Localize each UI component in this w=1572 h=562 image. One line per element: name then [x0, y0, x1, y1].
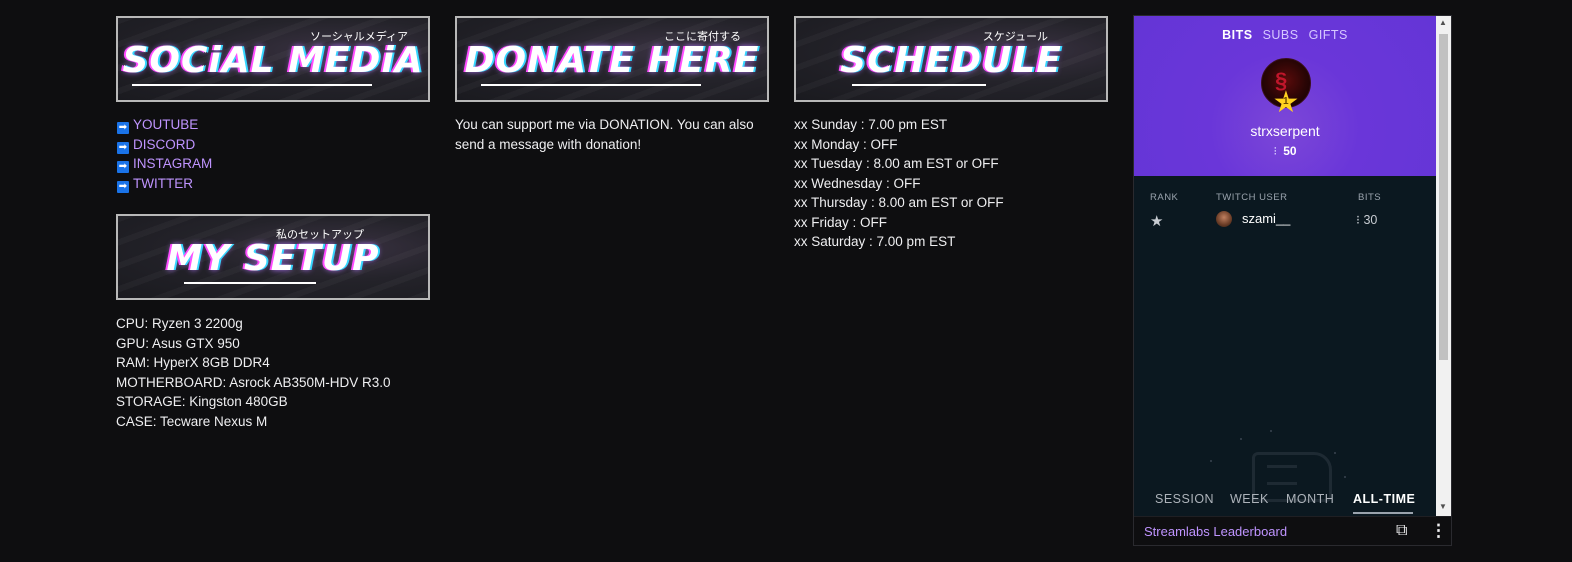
sparkle-dot	[1240, 438, 1242, 440]
banner-title: SOCiAL MEDiA	[122, 40, 424, 81]
social-link-instagram[interactable]: ➡ INSTAGRAM	[117, 154, 212, 174]
streamlabs-leaderboard-extension: BITS SUBS GIFTS § ★ 1 strxserpent ⁝ 50 RA…	[1133, 15, 1452, 546]
spec-motherboard: MOTHERBOARD: Asrock AB350M-HDV R3.0	[116, 374, 391, 390]
social-link-twitter[interactable]: ➡ TWITTER	[117, 174, 212, 194]
sparkle-dot	[1344, 476, 1346, 478]
column-header-rank: RANK	[1150, 192, 1179, 203]
top-user-name: strxserpent	[1250, 123, 1320, 139]
tab-session[interactable]: SESSION	[1155, 492, 1214, 506]
arrow-right-icon: ➡	[117, 180, 129, 193]
bits-icon: ⁝	[1273, 144, 1278, 158]
scrollbar-thumb[interactable]	[1439, 34, 1448, 360]
leaderboard-tabs: BITS SUBS GIFTS	[1134, 28, 1436, 42]
social-media-banner: ソーシャルメディア SOCiAL MEDiA	[116, 16, 430, 102]
tab-bits[interactable]: BITS	[1222, 28, 1252, 42]
banner-title: DONATE HERE	[464, 40, 760, 81]
arrow-right-icon: ➡	[117, 161, 129, 173]
social-link-discord[interactable]: ➡ DISCORD	[117, 135, 212, 155]
donate-banner[interactable]: ここに寄付する DONATE HERE	[455, 16, 769, 102]
schedule-wednesday: xx Wednesday : OFF	[794, 175, 921, 191]
twitter-link[interactable]: TWITTER	[133, 176, 193, 191]
rank-badge-number: 1	[1283, 96, 1289, 107]
row-username: szami__	[1242, 211, 1291, 226]
sparkle-dot	[1210, 460, 1212, 462]
schedule-thursday: xx Thursday : 8.00 am EST or OFF	[794, 195, 1004, 210]
scrollbar[interactable]: ▲ ▼	[1436, 16, 1451, 516]
spec-storage: STORAGE: Kingston 480GB	[116, 394, 288, 409]
spec-gpu: GPU: Asus GTX 950	[116, 335, 240, 351]
popout-icon[interactable]: ⧉	[1396, 522, 1407, 540]
sparkle-dot	[1270, 430, 1272, 432]
spec-case: CASE: Tecware Nexus M	[116, 413, 268, 429]
arrow-right-icon: ➡	[117, 122, 129, 134]
user-avatar	[1216, 211, 1232, 227]
schedule-banner: スケジュール SCHEDULE	[794, 16, 1108, 102]
donate-text-line: send a message with donation!	[455, 136, 642, 152]
rank-star-icon: ★	[1150, 213, 1164, 230]
banner-title: SCHEDULE	[840, 40, 1062, 81]
spec-cpu: CPU: Ryzen 3 2200g	[116, 316, 243, 331]
banner-underline	[481, 84, 701, 86]
more-options-icon[interactable]: ⋮	[1430, 521, 1447, 541]
row-bits: ⁝ 30	[1356, 212, 1377, 227]
donate-description: You can support me via DONATION. You can…	[455, 115, 754, 154]
schedule-tuesday: xx Tuesday : 8.00 am EST or OFF	[794, 156, 999, 171]
my-setup-banner: 私のセットアップ MY SETUP	[116, 214, 430, 300]
donate-text-line: You can support me via DONATION. You can…	[455, 117, 754, 132]
arrow-right-icon: ➡	[117, 141, 129, 154]
column-header-user: TWITCH USER	[1216, 192, 1288, 203]
schedule-friday: xx Friday : OFF	[794, 214, 888, 230]
tab-month[interactable]: MONTH	[1286, 492, 1334, 506]
row-bits-value: 30	[1363, 213, 1378, 227]
tab-week[interactable]: WEEK	[1230, 492, 1269, 506]
youtube-link[interactable]: YOUTUBE	[133, 117, 198, 132]
schedule-saturday: xx Saturday : 7.00 pm EST	[794, 234, 956, 249]
schedule-sunday: xx Sunday : 7.00 pm EST	[794, 117, 948, 132]
tab-all-time[interactable]: ALL-TIME	[1353, 492, 1415, 506]
social-links-list: ➡ YOUTUBE ➡ DISCORD ➡ INSTAGRAM ➡ TWITTER	[117, 115, 212, 193]
tab-subs[interactable]: SUBS	[1263, 28, 1299, 42]
spec-ram: RAM: HyperX 8GB DDR4	[116, 355, 270, 370]
extension-footer: Streamlabs Leaderboard ⧉ ⋮	[1134, 516, 1451, 545]
tab-gifts[interactable]: GIFTS	[1309, 28, 1348, 42]
top-user-score-value: 50	[1283, 144, 1297, 158]
schedule-monday: xx Monday : OFF	[794, 136, 898, 152]
column-header-bits: BITS	[1358, 192, 1382, 203]
top-user-score: ⁝ 50	[1134, 144, 1436, 158]
leaderboard-header: BITS SUBS GIFTS § ★ 1 strxserpent ⁝ 50	[1134, 16, 1436, 176]
scroll-down-icon[interactable]: ▼	[1439, 502, 1447, 511]
extension-title: Streamlabs Leaderboard	[1144, 524, 1288, 539]
banner-title: MY SETUP	[166, 238, 380, 279]
schedule-list: xx Sunday : 7.00 pm EST xx Monday : OFF …	[794, 115, 1004, 252]
social-link-youtube[interactable]: ➡ YOUTUBE	[117, 115, 212, 135]
setup-specs: CPU: Ryzen 3 2200g GPU: Asus GTX 950 RAM…	[116, 314, 391, 431]
banner-underline	[184, 282, 316, 284]
discord-link[interactable]: DISCORD	[133, 137, 195, 152]
instagram-link[interactable]: INSTAGRAM	[133, 156, 212, 171]
scroll-up-icon[interactable]: ▲	[1439, 18, 1447, 27]
banner-underline	[852, 84, 986, 86]
sparkle-dot	[1334, 452, 1336, 454]
active-tab-underline	[1353, 512, 1413, 514]
banner-underline	[132, 84, 372, 86]
